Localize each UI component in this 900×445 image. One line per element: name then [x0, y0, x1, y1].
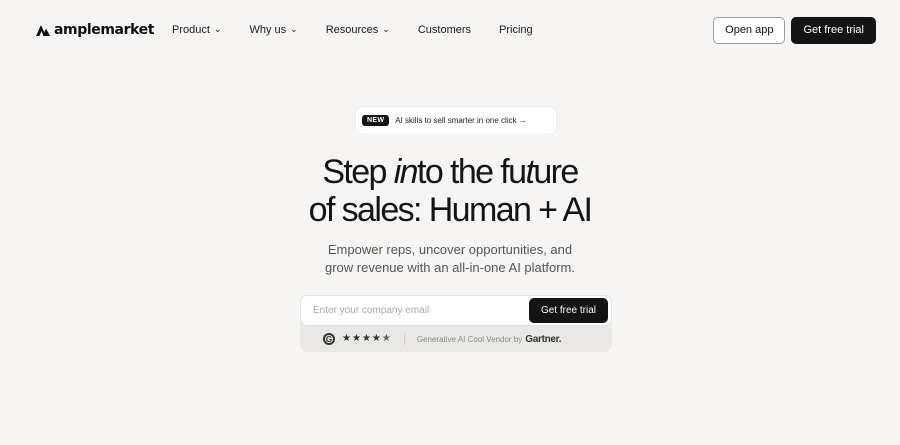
menu-item-why-us[interactable]: Why us ⌄ [249, 23, 298, 37]
menu-item-resources[interactable]: Resources ⌄ [325, 23, 390, 37]
email-signup-form: Get free trial [300, 295, 612, 326]
menu-item-label: Customers [417, 24, 472, 36]
nav-actions: Open app Get free trial [713, 16, 876, 44]
star-icon: ★ [371, 333, 381, 344]
menu-item-label: Pricing [499, 24, 533, 36]
hero-subtitle: Empower reps, uncover opportunities, and… [324, 242, 575, 275]
new-tag: NEW [362, 115, 390, 126]
star-icon: ★ [351, 333, 361, 344]
main-menu: Product ⌄ Why us ⌄ Resources ⌄ Customers… [172, 23, 561, 37]
half-star-icon: ★ [381, 333, 391, 344]
top-nav: amplemarket Product ⌄ Why us ⌄ Resources… [0, 0, 900, 60]
menu-item-label: Why us [249, 24, 287, 36]
star-icon: ★ [361, 333, 371, 344]
get-free-trial-nav-button[interactable]: Get free trial [791, 16, 876, 44]
logo-text: amplemarket [54, 22, 155, 38]
divider [403, 333, 405, 345]
signup-card: Get free trial G ★ ★ ★ ★ ★ Generative AI… [300, 295, 612, 352]
rating-stars: ★ ★ ★ ★ ★ [342, 334, 391, 344]
cool-vendor-text: Generative AI Cool Vendor by [416, 334, 523, 344]
company-email-input[interactable] [313, 305, 529, 316]
get-free-trial-button[interactable]: Get free trial [528, 298, 608, 323]
g2-icon: G [323, 333, 335, 345]
chevron-down-icon: ⌄ [290, 23, 298, 34]
menu-item-product[interactable]: Product ⌄ [172, 23, 222, 37]
announcement-badge[interactable]: NEW AI skills to sell smarter in one cli… [356, 107, 556, 134]
menu-item-label: Product [172, 24, 210, 36]
social-proof: G ★ ★ ★ ★ ★ Generative AI Cool Vendor by… [300, 330, 612, 348]
chevron-down-icon: ⌄ [382, 23, 390, 34]
menu-item-label: Resources [325, 24, 379, 36]
logo-mark-icon [36, 24, 50, 36]
hero-headline: Step into the future of sales: Human + A… [0, 153, 900, 229]
gartner-logo: Gartner. [525, 333, 562, 345]
headline-line-2: of sales: Human + AI [308, 191, 593, 229]
announcement-text: AI skills to sell smarter in one click → [395, 116, 527, 125]
menu-item-pricing[interactable]: Pricing [499, 24, 533, 36]
star-icon: ★ [342, 333, 351, 344]
menu-item-customers[interactable]: Customers [418, 24, 471, 36]
headline-line-1: Step into the future [322, 153, 579, 191]
amplemarket-logo[interactable]: amplemarket [36, 22, 166, 38]
chevron-down-icon: ⌄ [213, 23, 222, 34]
open-app-button[interactable]: Open app [713, 16, 786, 44]
